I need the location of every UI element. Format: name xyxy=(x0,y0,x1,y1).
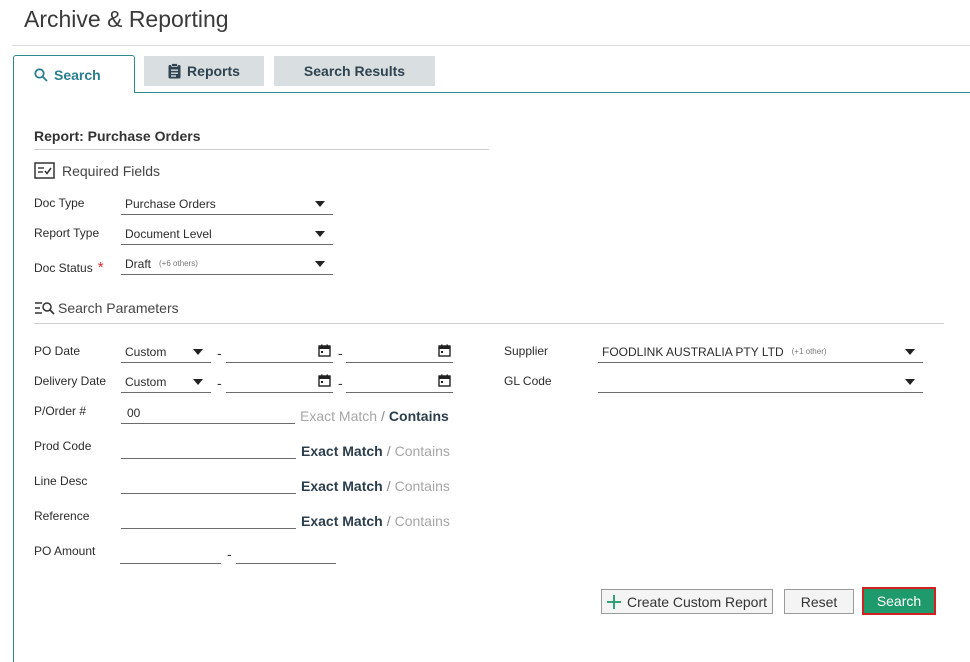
search-parameters-heading: Search Parameters xyxy=(34,300,179,316)
po-number-input[interactable]: 00 xyxy=(121,403,295,424)
supplier-select[interactable]: FOODLINK AUSTRALIA PTY LTD (+1 other) xyxy=(598,341,923,363)
search-parameters-divider xyxy=(34,323,944,324)
po-amount-min-input[interactable] xyxy=(120,543,221,564)
doc-status-others: (+6 others) xyxy=(159,259,198,268)
report-type-label: Report Type xyxy=(34,226,100,240)
line-desc-input[interactable] xyxy=(121,473,296,494)
report-type-value: Document Level xyxy=(125,226,212,241)
list-search-icon xyxy=(34,301,55,315)
contains-option[interactable]: Contains xyxy=(395,513,450,529)
contains-option[interactable]: Contains xyxy=(395,478,450,494)
po-date-to-separator: - xyxy=(338,345,343,361)
report-title-divider xyxy=(34,149,489,150)
match-separator: / xyxy=(381,408,385,424)
reference-match-toggle: Exact Match / Contains xyxy=(301,513,450,529)
delivery-date-to-input[interactable] xyxy=(346,371,453,393)
line-desc-label: Line Desc xyxy=(34,474,88,488)
delivery-date-range-value: Custom xyxy=(125,374,167,389)
po-date-label: PO Date xyxy=(34,344,81,358)
chevron-down-icon xyxy=(905,349,915,355)
po-amount-label: PO Amount xyxy=(34,544,96,558)
report-type-select[interactable]: Document Level xyxy=(121,223,333,245)
search-label: Search xyxy=(876,593,922,609)
match-separator: / xyxy=(386,478,391,494)
doc-type-label: Doc Type xyxy=(34,196,85,210)
po-number-label: P/Order # xyxy=(34,404,87,418)
chevron-down-icon xyxy=(193,379,203,385)
po-date-from-input[interactable] xyxy=(226,341,333,363)
chevron-down-icon xyxy=(905,379,915,385)
clipboard-icon xyxy=(168,63,181,79)
chevron-down-icon xyxy=(193,349,203,355)
calendar-icon[interactable] xyxy=(318,374,331,392)
delivery-date-to-separator: - xyxy=(338,375,343,391)
line-desc-match-toggle: Exact Match / Contains xyxy=(301,478,450,494)
tab-search-label: Search xyxy=(54,66,101,83)
required-asterisk: * xyxy=(97,259,104,276)
exact-match-option[interactable]: Exact Match xyxy=(301,513,383,529)
report-title: Report: Purchase Orders xyxy=(34,128,201,144)
contains-option[interactable]: Contains xyxy=(395,443,450,459)
prod-code-label: Prod Code xyxy=(34,439,92,453)
doc-type-select[interactable]: Purchase Orders xyxy=(121,193,333,215)
exact-match-option[interactable]: Exact Match xyxy=(301,478,383,494)
delivery-date-from-input[interactable] xyxy=(226,371,333,393)
chevron-down-icon xyxy=(315,201,325,207)
prod-code-input[interactable] xyxy=(121,438,296,459)
search-icon xyxy=(34,67,48,82)
doc-status-label: Doc Status xyxy=(34,260,93,275)
checklist-icon xyxy=(34,162,55,179)
search-parameters-label: Search Parameters xyxy=(58,300,179,316)
doc-type-value: Purchase Orders xyxy=(125,196,216,211)
create-custom-report-label: Create Custom Report xyxy=(626,593,768,610)
po-number-value: 00 xyxy=(127,406,141,420)
chevron-down-icon xyxy=(315,261,325,267)
po-number-match-toggle: Exact Match / Contains xyxy=(300,408,449,424)
reference-label: Reference xyxy=(34,509,90,523)
create-custom-report-button[interactable]: Create Custom Report xyxy=(601,589,773,614)
exact-match-option[interactable]: Exact Match xyxy=(300,408,377,424)
gl-code-select[interactable] xyxy=(598,371,923,393)
calendar-icon[interactable] xyxy=(318,344,331,362)
reference-input[interactable] xyxy=(121,508,296,529)
tab-search-results-label: Search Results xyxy=(303,63,406,79)
reset-button[interactable]: Reset xyxy=(784,589,854,614)
supplier-value: FOODLINK AUSTRALIA PTY LTD xyxy=(602,344,784,359)
supplier-others: (+1 other) xyxy=(791,347,827,356)
match-separator: / xyxy=(386,443,391,459)
po-date-separator: - xyxy=(217,345,222,361)
supplier-label: Supplier xyxy=(504,344,549,358)
po-amount-separator: - xyxy=(227,546,232,562)
prod-code-match-toggle: Exact Match / Contains xyxy=(301,443,450,459)
required-fields-label: Required Fields xyxy=(62,162,161,179)
contains-option[interactable]: Contains xyxy=(389,408,449,424)
reset-label: Reset xyxy=(800,593,838,610)
doc-status-select[interactable]: Draft (+6 others) xyxy=(121,253,333,275)
po-date-range-select[interactable]: Custom xyxy=(121,341,211,363)
exact-match-option[interactable]: Exact Match xyxy=(301,443,383,459)
tab-reports[interactable]: Reports xyxy=(144,56,264,86)
po-date-range-value: Custom xyxy=(125,344,167,359)
required-fields-heading: Required Fields xyxy=(34,162,160,179)
tab-search[interactable]: Search xyxy=(13,55,135,93)
plus-icon xyxy=(606,594,621,609)
po-amount-max-input[interactable] xyxy=(236,543,336,564)
match-separator: / xyxy=(386,513,391,529)
gl-code-label: GL Code xyxy=(504,374,552,388)
doc-status-value: Draft xyxy=(125,256,152,271)
page-title: Archive & Reporting xyxy=(24,6,229,32)
calendar-icon[interactable] xyxy=(438,344,451,362)
delivery-date-separator: - xyxy=(217,375,222,391)
search-button[interactable]: Search xyxy=(862,587,936,615)
delivery-date-range-select[interactable]: Custom xyxy=(121,371,211,393)
tab-reports-label: Reports xyxy=(187,63,240,79)
title-divider xyxy=(12,45,970,46)
delivery-date-label: Delivery Date xyxy=(34,374,107,388)
tab-search-results[interactable]: Search Results xyxy=(274,56,435,86)
calendar-icon[interactable] xyxy=(438,374,451,392)
doc-status-label-group: Doc Status * xyxy=(34,259,104,276)
po-date-to-input[interactable] xyxy=(346,341,453,363)
chevron-down-icon xyxy=(315,231,325,237)
